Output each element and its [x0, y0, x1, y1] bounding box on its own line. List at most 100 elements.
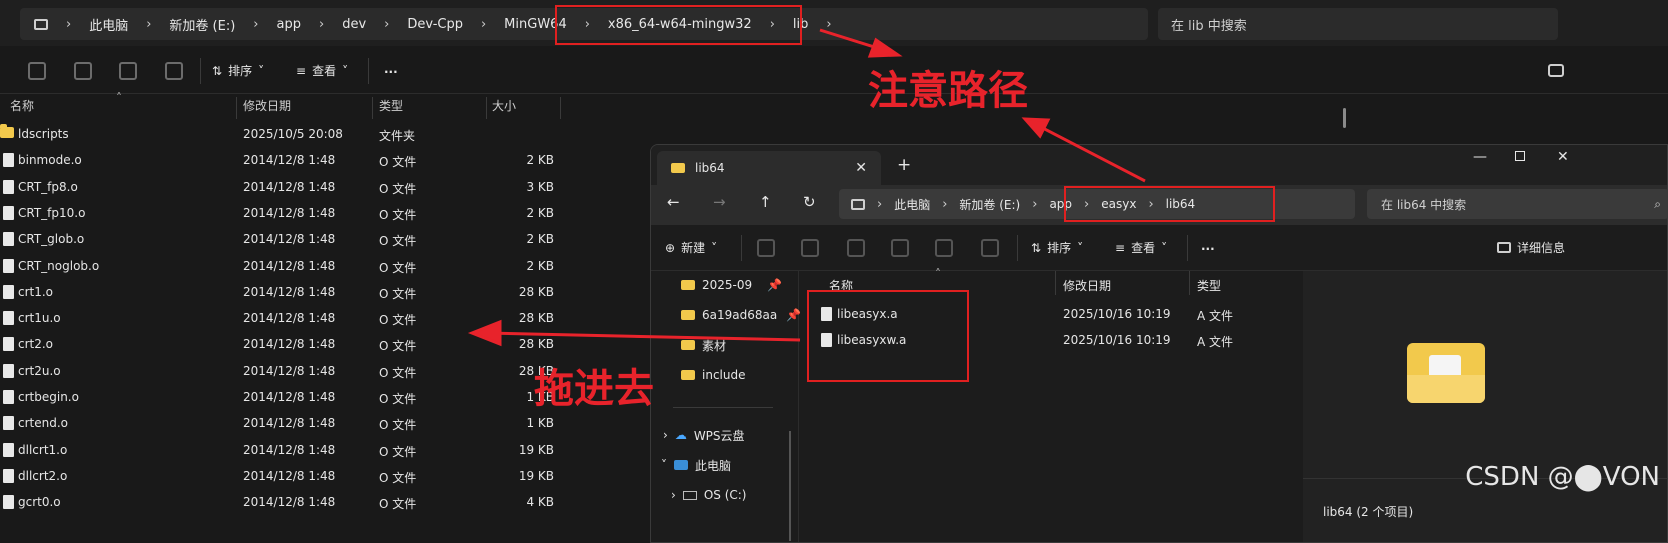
chevron-right-icon: ›	[671, 488, 676, 502]
file-icon	[3, 468, 14, 483]
file-size: 2 KB	[526, 205, 554, 220]
arrowhead	[1021, 117, 1051, 139]
details-button[interactable]: 详细信息	[1497, 239, 1565, 256]
sort-button[interactable]: ⇅ 排序 ˅	[1031, 239, 1083, 256]
more-button[interactable]: ...	[1201, 239, 1215, 253]
table-row[interactable]: CRT_fp10.o 2014/12/8 1:48 O 文件 2 KB	[0, 200, 640, 226]
table-row[interactable]: crt2.o 2014/12/8 1:48 O 文件 28 KB	[0, 331, 640, 357]
nav-item[interactable]: › OS (C:)	[671, 483, 746, 507]
file-name: ldscripts	[18, 127, 69, 141]
up-icon[interactable]: ↑	[759, 193, 772, 211]
sort-button[interactable]: ⇅ 排序 ˅	[212, 62, 264, 79]
table-row[interactable]: crt1u.o 2014/12/8 1:48 O 文件 28 KB	[0, 305, 640, 331]
delete-icon[interactable]	[165, 62, 183, 80]
file-size: 3 KB	[526, 179, 554, 194]
copy-icon[interactable]	[28, 62, 46, 80]
nav-item[interactable]: 6a19ad68aa 📌	[681, 303, 801, 327]
nav-label: OS (C:)	[703, 488, 747, 502]
command-bar: ⇅ 排序 ˅ ≡ 查看 ˅ ...	[0, 48, 1668, 94]
maximize-icon[interactable]	[1515, 151, 1525, 161]
file-name: CRT_fp10.o	[18, 205, 86, 220]
view-button[interactable]: ≡ 查看 ˅	[296, 62, 348, 79]
chevron-down-icon: ˅	[661, 458, 667, 472]
file-type: A 文件	[1197, 335, 1234, 349]
command-bar: ⊕ 新建 ˅ ⇅ 排序 ˅ ≡ 查看 ˅ ... 详细信息	[651, 225, 1667, 271]
file-type: 文件夹	[379, 129, 416, 143]
table-row[interactable]: CRT_noglob.o 2014/12/8 1:48 O 文件 2 KB	[0, 253, 640, 279]
minimize-icon[interactable]: —	[1473, 149, 1487, 165]
paste-icon[interactable]	[847, 239, 865, 257]
breadcrumb-item[interactable]: dev	[342, 17, 366, 32]
search-input[interactable]: 在 lib64 中搜索 ⌕	[1367, 189, 1667, 219]
table-row[interactable]: ldscripts 2025/10/5 20:08 文件夹	[0, 121, 640, 147]
column-type[interactable]: 类型	[1197, 277, 1221, 294]
view-label: 查看	[312, 64, 337, 78]
folder-preview-front	[1407, 375, 1485, 403]
divider	[486, 97, 487, 119]
tab-label: lib64	[695, 161, 725, 175]
column-size[interactable]: 大小	[492, 97, 516, 114]
delete-icon[interactable]	[981, 239, 999, 257]
nav-item[interactable]: 2025-09 📌	[681, 273, 782, 297]
table-row[interactable]: CRT_fp8.o 2014/12/8 1:48 O 文件 3 KB	[0, 174, 640, 200]
rename-icon[interactable]	[74, 62, 92, 80]
chevron-right-icon: ›	[253, 16, 259, 32]
search-input[interactable]: 在 lib 中搜索	[1158, 8, 1558, 40]
file-type: O 文件	[379, 181, 417, 196]
column-name[interactable]: 名称	[10, 97, 34, 114]
breadcrumb-item[interactable]: app	[277, 17, 301, 32]
nav-item[interactable]: 素材	[681, 333, 726, 357]
details-pane-icon[interactable]	[1548, 64, 1564, 77]
scrollbar[interactable]	[789, 431, 791, 541]
breadcrumb-item[interactable]: Dev-Cpp	[407, 17, 463, 32]
pin-icon: 📌	[786, 308, 802, 322]
tab-lib64[interactable]: lib64 ✕	[657, 151, 881, 185]
table-row[interactable]: dllcrt1.o 2014/12/8 1:48 O 文件 19 KB	[0, 437, 640, 463]
table-row[interactable]: dllcrt2.o 2014/12/8 1:48 O 文件 19 KB	[0, 463, 640, 489]
file-icon	[3, 311, 14, 326]
nav-item[interactable]: › ☁ WPS云盘	[663, 423, 745, 447]
breadcrumb-item[interactable]: 此电脑	[894, 196, 930, 213]
file-name: crtbegin.o	[18, 390, 79, 404]
column-date[interactable]: 修改日期	[243, 97, 291, 114]
back-icon[interactable]: ←	[667, 193, 680, 211]
close-icon[interactable]: ✕	[855, 160, 867, 176]
view-button[interactable]: ≡ 查看 ˅	[1115, 239, 1167, 256]
breadcrumb-item[interactable]: 新加卷 (E:)	[169, 15, 235, 34]
column-date[interactable]: 修改日期	[1063, 277, 1111, 294]
forward-icon[interactable]: →	[713, 193, 726, 211]
table-row[interactable]: gcrt0.o 2014/12/8 1:48 O 文件 4 KB	[0, 489, 640, 515]
table-row[interactable]: binmode.o 2014/12/8 1:48 O 文件 2 KB	[0, 147, 640, 173]
table-row[interactable]: crtend.o 2014/12/8 1:48 O 文件 1 KB	[0, 410, 640, 436]
new-button[interactable]: ⊕ 新建 ˅	[665, 239, 717, 256]
file-icon	[3, 363, 14, 378]
close-window-icon[interactable]: ✕	[1557, 149, 1569, 165]
breadcrumb-item[interactable]: 新加卷 (E:)	[959, 196, 1020, 213]
share-icon[interactable]	[119, 62, 137, 80]
file-icon	[3, 179, 14, 194]
nav-item[interactable]: include	[681, 363, 745, 387]
more-button[interactable]: ...	[384, 62, 398, 76]
chevron-right-icon: ›	[66, 16, 72, 32]
breadcrumb-item[interactable]: 此电脑	[89, 15, 128, 34]
table-row[interactable]: CRT_glob.o 2014/12/8 1:48 O 文件 2 KB	[0, 226, 640, 252]
share-icon[interactable]	[935, 239, 953, 257]
table-row[interactable]: crt1.o 2014/12/8 1:48 O 文件 28 KB	[0, 279, 640, 305]
new-tab-button[interactable]: +	[897, 155, 911, 175]
sort-label: 排序	[228, 64, 253, 78]
cut-icon[interactable]	[757, 239, 775, 257]
rename-icon[interactable]	[891, 239, 909, 257]
file-date: 2014/12/8 1:48	[243, 416, 336, 431]
file-type: O 文件	[379, 234, 417, 249]
file-type: O 文件	[379, 365, 417, 380]
refresh-icon[interactable]: ↻	[803, 193, 816, 211]
file-name: dllcrt2.o	[18, 468, 68, 483]
copy-icon[interactable]	[801, 239, 819, 257]
scrollbar[interactable]	[1343, 108, 1346, 128]
nav-item[interactable]: ˅ 此电脑	[661, 453, 731, 477]
column-type[interactable]: 类型	[379, 97, 403, 114]
status-text: lib64 (2 个项目)	[1323, 505, 1414, 519]
divider	[1189, 271, 1190, 295]
file-type: O 文件	[379, 470, 417, 485]
file-name: binmode.o	[18, 153, 82, 168]
